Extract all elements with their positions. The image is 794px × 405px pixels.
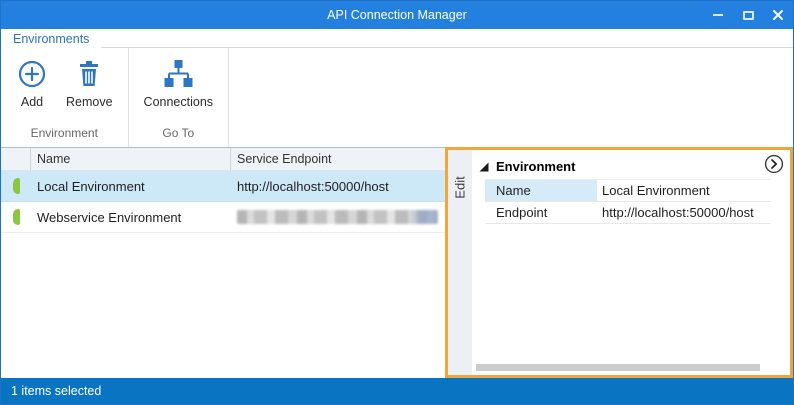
property-value[interactable]: Local Environment (597, 180, 771, 201)
name-column-header[interactable]: Name (31, 148, 231, 170)
ribbon-tab-row: Environments (1, 29, 793, 48)
add-circle-icon (16, 58, 48, 90)
property-value[interactable]: http://localhost:50000/host (597, 202, 771, 223)
green-led-icon (13, 178, 20, 194)
edit-panel-tab-label: Edit (453, 176, 468, 198)
property-row[interactable]: Name Local Environment (485, 180, 771, 202)
title-bar: API Connection Manager (1, 1, 793, 29)
table-row[interactable]: Local Environment http://localhost:50000… (1, 171, 445, 202)
ribbon: Add Remove Environment (1, 48, 793, 147)
main-area: Name Service Endpoint Local Environment … (1, 147, 793, 378)
window-title: API Connection Manager (1, 8, 793, 22)
table-header-row: Name Service Endpoint (1, 148, 445, 171)
property-rows: Name Local Environment Endpoint http://l… (485, 179, 771, 224)
horizontal-scrollbar[interactable] (476, 364, 760, 371)
status-bar: 1 items selected (1, 378, 793, 404)
selection-status-text: 1 items selected (11, 384, 101, 398)
property-group-label: Environment (496, 159, 575, 174)
ribbon-group-environment: Add Remove Environment (1, 48, 129, 147)
connections-button-label: Connections (144, 95, 214, 109)
property-grid: Environment Name Local Environment Endpo… (472, 150, 790, 375)
property-label: Name (485, 180, 597, 201)
trash-icon (73, 58, 105, 90)
connections-button[interactable]: Connections (135, 56, 223, 111)
status-column-header[interactable] (1, 148, 31, 170)
ribbon-group-goto: Connections Go To (129, 48, 230, 147)
property-row[interactable]: Endpoint http://localhost:50000/host (485, 202, 771, 224)
row-endpoint: http://localhost:50000/host (231, 171, 445, 201)
row-name: Webservice Environment (31, 202, 231, 232)
ribbon-group-caption: Environment (1, 124, 128, 147)
property-label: Endpoint (485, 202, 597, 223)
property-group-header[interactable]: Environment (472, 150, 790, 179)
environments-table: Name Service Endpoint Local Environment … (1, 147, 445, 378)
sitemap-icon (161, 58, 195, 90)
row-name: Local Environment (31, 171, 231, 201)
chevron-right-icon (764, 154, 784, 174)
green-led-icon (13, 209, 20, 225)
endpoint-column-header[interactable]: Service Endpoint (231, 148, 445, 170)
edit-panel-tab[interactable]: Edit (448, 150, 472, 375)
add-button[interactable]: Add (7, 56, 57, 111)
expander-expanded-icon (479, 162, 489, 172)
tab-environments[interactable]: Environments (1, 29, 101, 48)
table-row[interactable]: Webservice Environment (1, 202, 445, 233)
add-button-label: Add (21, 95, 43, 109)
collapse-panel-button[interactable] (764, 154, 784, 174)
app-window: API Connection Manager Environments (0, 0, 794, 405)
edit-panel: Edit Environment Name (445, 147, 793, 378)
redacted-endpoint (237, 210, 438, 224)
ribbon-group-caption: Go To (129, 124, 229, 147)
remove-button-label: Remove (66, 95, 113, 109)
remove-button[interactable]: Remove (57, 56, 122, 111)
